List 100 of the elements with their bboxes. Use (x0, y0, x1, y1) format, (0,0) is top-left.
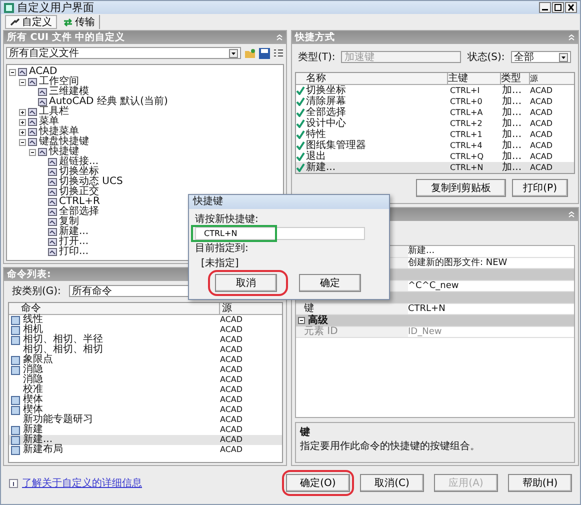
shortcut-row[interactable]: 设计中心 CTRL+2 加... ACAD (296, 118, 574, 129)
node-icon (48, 168, 57, 176)
column-header[interactable]: 源 (220, 303, 282, 314)
expander-icon[interactable] (19, 128, 26, 136)
command-row[interactable]: 新建 ACAD (9, 425, 282, 435)
close-icon[interactable] (565, 2, 577, 13)
command-row[interactable]: 新功能专题研习 ACAD (9, 415, 282, 425)
command-row[interactable]: 校准 ACAD (9, 385, 282, 395)
node-icon (48, 178, 57, 186)
status-dropdown[interactable]: 全部 (510, 51, 571, 63)
property-value-cell[interactable]: ID_New (408, 326, 574, 337)
shortcut-input[interactable]: CTRL+N (195, 227, 365, 240)
expander-icon[interactable] (19, 78, 26, 86)
tree-item[interactable]: 工具栏 (39, 107, 69, 117)
tree-item[interactable]: 打开... (59, 237, 89, 247)
tree-item[interactable]: 超链接... (59, 157, 99, 167)
shortcut-row[interactable]: 图纸集管理器 CTRL+4 加... ACAD (296, 140, 574, 151)
window-title: 自定义用户界面 (17, 1, 94, 15)
tree-item[interactable]: 打印... (59, 247, 89, 257)
collapse-icon[interactable] (568, 211, 575, 218)
maximize-icon[interactable] (552, 2, 564, 13)
save-icon[interactable] (259, 48, 270, 58)
command-row[interactable]: 相切、相切、半径 ACAD (9, 335, 282, 345)
list-icon[interactable] (273, 48, 284, 58)
node-icon (28, 128, 37, 136)
expander-icon[interactable] (298, 316, 305, 324)
expander-icon[interactable] (19, 108, 26, 116)
tree-item[interactable]: 键盘快捷键 (39, 137, 89, 147)
assigned-label: 目前指定到: (195, 242, 248, 255)
dialog-button[interactable]: 取消(C) (360, 474, 424, 492)
app-logo-icon (4, 2, 14, 12)
column-header[interactable]: 类型 (501, 73, 530, 84)
shortcut-row[interactable]: 特性 CTRL+1 加... ACAD (296, 129, 574, 140)
tree-item[interactable]: 切换动态 UCS (59, 177, 123, 187)
shortcut-row[interactable]: 退出 CTRL+Q 加... ACAD (296, 151, 574, 162)
dialog-button[interactable]: 确定 (299, 274, 361, 292)
command-row[interactable]: 楔体 ACAD (9, 405, 282, 415)
property-value-cell[interactable]: 新建... (408, 246, 574, 256)
tree-item[interactable]: 快捷菜单 (39, 127, 79, 137)
command-row[interactable]: 楔体 ACAD (9, 395, 282, 405)
tree-item[interactable]: ACAD (29, 67, 58, 77)
expander-icon[interactable] (19, 138, 26, 146)
tree-item[interactable]: 快捷键 (49, 147, 79, 157)
tree-item[interactable]: 切换坐标 (59, 167, 99, 177)
tree-item[interactable]: 三维建模 (49, 87, 89, 97)
shortcut-row[interactable]: 全部选择 CTRL+A 加... ACAD (296, 107, 574, 118)
dialog-button[interactable]: 取消 (215, 274, 277, 292)
tree-item[interactable]: 新建... (59, 227, 89, 237)
command-row[interactable]: 相切、相切、相切 ACAD (9, 345, 282, 355)
tab[interactable]: 传输 (59, 15, 100, 29)
node-icon (38, 148, 47, 156)
tree-item[interactable]: AutoCAD 经典 默认(当前) (49, 97, 168, 107)
tree-item[interactable]: CTRL+R (59, 197, 100, 207)
transfer-arrows-icon (63, 18, 73, 26)
tree-item[interactable]: 全部选择 (59, 207, 99, 217)
panel-button[interactable]: 打印(P) (512, 179, 568, 197)
folder-icon[interactable] (244, 48, 256, 58)
file-dropdown[interactable]: 所有自定义文件 (6, 47, 241, 59)
command-row[interactable]: 新建布局 ACAD (9, 445, 282, 455)
column-header[interactable]: 源 (530, 73, 574, 84)
node-icon (48, 218, 57, 226)
node-icon (48, 208, 57, 216)
shortcut-row[interactable]: 新建... CTRL+N 加... ACAD (296, 162, 574, 173)
property-value-cell[interactable]: CTRL+N (408, 304, 574, 314)
dialog-button[interactable]: 确定(O) (286, 474, 350, 492)
collapse-icon[interactable] (568, 34, 575, 41)
command-row[interactable]: 新建... ACAD (9, 435, 282, 445)
node-icon (48, 198, 57, 206)
command-row[interactable]: 消隐 ACAD (9, 365, 282, 375)
command-row[interactable]: 消隐 ACAD (9, 375, 282, 385)
property-value-cell[interactable]: 创建新的图形文件: NEW (408, 258, 574, 268)
node-icon (48, 228, 57, 236)
tree-item[interactable]: 工作空间 (39, 77, 79, 87)
node-icon (28, 138, 37, 146)
status-label: 状态(S): (467, 50, 505, 64)
command-row[interactable]: 相机 ACAD (9, 325, 282, 335)
tree-item[interactable]: 复制 (59, 217, 79, 227)
shortcut-row[interactable]: 切换坐标 CTRL+I 加... ACAD (296, 85, 574, 96)
dialog-button[interactable]: 帮助(H) (508, 474, 572, 492)
description-title: 键 (300, 426, 311, 440)
help-link[interactable]: 了解关于自定义的详细信息 (22, 476, 142, 490)
collapse-icon[interactable] (276, 34, 283, 41)
column-header[interactable]: 名称 (306, 73, 448, 84)
category-label: 按类别(G): (12, 284, 61, 298)
column-header[interactable]: 命令 (9, 303, 220, 314)
property-value-cell[interactable]: ^C^C_new (408, 280, 574, 291)
panel-button[interactable]: 复制到剪贴板 (416, 179, 506, 197)
tab[interactable]: 自定义 (5, 15, 57, 29)
command-row[interactable]: 象限点 ACAD (9, 355, 282, 365)
command-row[interactable]: 线性 ACAD (9, 315, 282, 325)
node-icon (48, 188, 57, 196)
expander-icon[interactable] (29, 148, 36, 156)
tree-item[interactable]: 切换正交 (59, 187, 99, 197)
shortcut-row[interactable]: 清除屏幕 CTRL+0 加... ACAD (296, 96, 574, 107)
tree-item[interactable]: 菜单 (39, 117, 59, 127)
minimize-icon[interactable] (539, 2, 551, 13)
expander-icon[interactable] (9, 68, 16, 76)
prompt-label: 请按新快捷键: (195, 212, 258, 226)
node-icon (48, 248, 57, 256)
expander-icon[interactable] (19, 118, 26, 126)
